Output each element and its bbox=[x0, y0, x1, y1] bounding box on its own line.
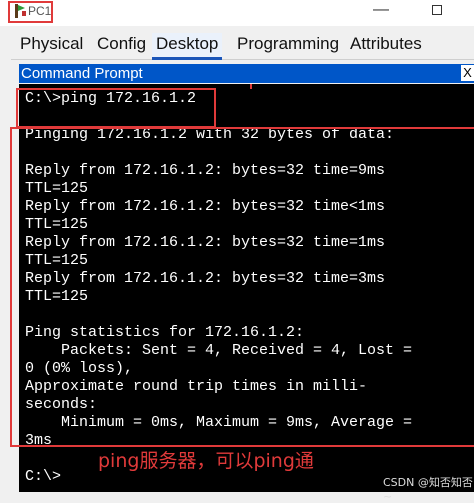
tab-config[interactable]: Config bbox=[93, 33, 150, 57]
tab-desktop[interactable]: Desktop bbox=[152, 33, 223, 60]
maximize-button[interactable] bbox=[432, 5, 442, 15]
command-prompt-title: Command Prompt bbox=[21, 65, 143, 82]
annotation-box-title bbox=[8, 1, 53, 23]
tab-programming[interactable]: Programming bbox=[233, 33, 343, 57]
annotation-box-command bbox=[16, 88, 216, 128]
command-prompt-titlebar: Command Prompt X bbox=[19, 64, 474, 83]
close-icon[interactable]: X bbox=[461, 65, 474, 81]
annotation-note: ping服务器，可以ping通 bbox=[98, 450, 314, 472]
tab-attributes[interactable]: Attributes bbox=[346, 33, 426, 57]
annotation-box-output bbox=[10, 127, 474, 447]
watermark: CSDN @知否知否~ bbox=[383, 476, 473, 503]
title-bar: PC1 — bbox=[0, 0, 474, 26]
tab-physical[interactable]: Physical bbox=[16, 33, 87, 57]
annotation-mark bbox=[250, 84, 252, 89]
minimize-button[interactable]: — bbox=[373, 1, 389, 19]
tab-bar: Physical Config Desktop Programming Attr… bbox=[11, 27, 474, 60]
